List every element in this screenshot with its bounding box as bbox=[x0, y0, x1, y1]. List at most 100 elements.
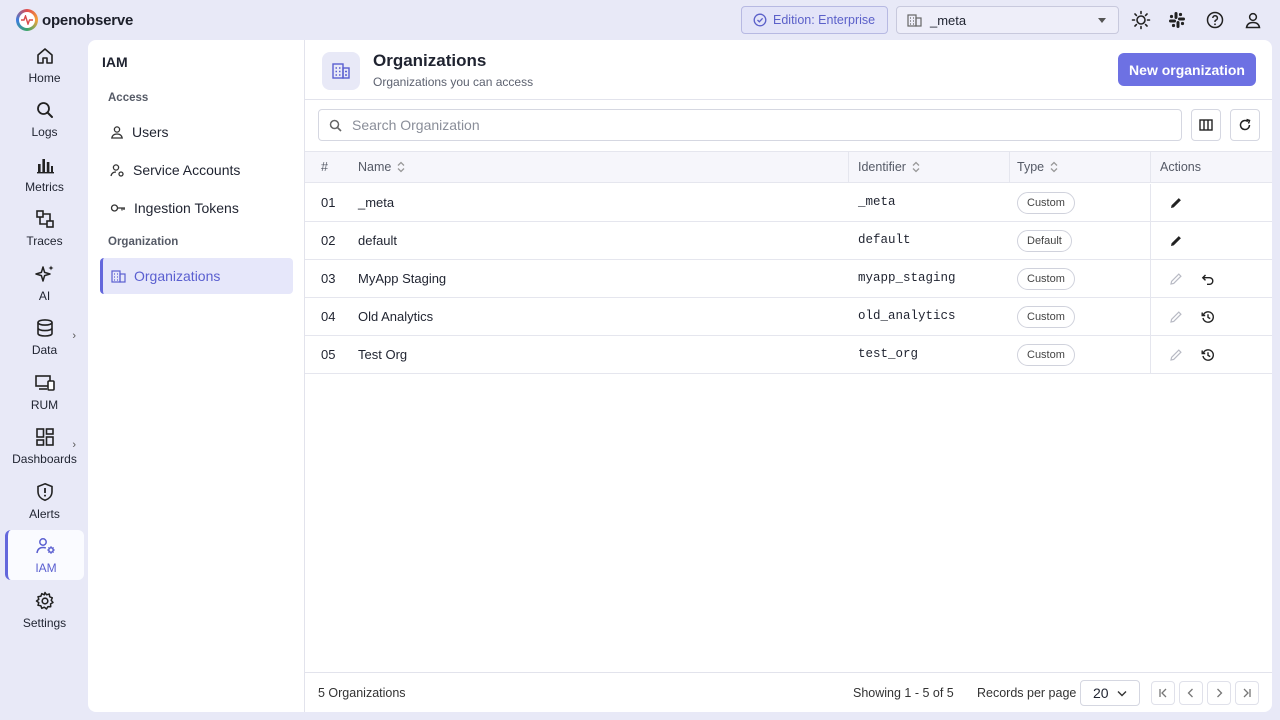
logo-icon bbox=[16, 9, 38, 31]
pencil-icon bbox=[1170, 273, 1182, 285]
col-type-header[interactable]: Type bbox=[1017, 160, 1058, 174]
help-icon[interactable] bbox=[1204, 9, 1226, 31]
nav-dashboards[interactable]: Dashboards › bbox=[5, 421, 84, 471]
nav-ai[interactable]: AI bbox=[5, 258, 84, 308]
records-per-page-select[interactable]: 20 bbox=[1080, 680, 1140, 706]
row-number: 01 bbox=[321, 195, 336, 210]
col-identifier-header[interactable]: Identifier bbox=[858, 160, 920, 174]
columns-icon bbox=[1199, 119, 1213, 131]
key-icon bbox=[110, 204, 125, 212]
theme-toggle-sun-icon[interactable] bbox=[1130, 9, 1152, 31]
first-page-button[interactable] bbox=[1151, 681, 1175, 705]
building-icon bbox=[111, 270, 126, 283]
sort-icon bbox=[912, 161, 920, 173]
table-row: 05 Test Org test_org Custom bbox=[305, 336, 1272, 374]
sort-icon bbox=[397, 161, 405, 173]
org-selector[interactable]: _meta bbox=[896, 6, 1119, 34]
pencil-icon bbox=[1170, 349, 1182, 361]
history-icon bbox=[1201, 349, 1214, 361]
app-name: openobserve bbox=[42, 11, 134, 29]
col-name-header[interactable]: Name bbox=[358, 160, 405, 174]
iam-item-service-accounts[interactable]: Service Accounts bbox=[100, 152, 293, 188]
gear-icon bbox=[35, 591, 54, 610]
row-identifier: default bbox=[858, 233, 911, 247]
left-nav: Home Logs Metrics Traces AI Data › RUM D… bbox=[0, 40, 88, 720]
edit-button[interactable] bbox=[1168, 195, 1184, 211]
nav-rum[interactable]: RUM bbox=[5, 367, 84, 417]
last-page-icon bbox=[1243, 688, 1251, 698]
records-per-page-value: 20 bbox=[1093, 685, 1109, 701]
nav-label: Metrics bbox=[25, 179, 64, 194]
history-button[interactable] bbox=[1200, 347, 1216, 363]
user-icon bbox=[111, 126, 123, 139]
page-title: Organizations bbox=[373, 51, 487, 70]
iam-item-organizations[interactable]: Organizations bbox=[100, 258, 293, 294]
row-identifier: old_analytics bbox=[858, 309, 956, 323]
next-page-button[interactable] bbox=[1207, 681, 1231, 705]
nav-alerts[interactable]: Alerts bbox=[5, 476, 84, 526]
edit-button-disabled bbox=[1168, 271, 1184, 287]
iam-item-label: Organizations bbox=[134, 268, 221, 284]
nav-data[interactable]: Data › bbox=[5, 312, 84, 362]
iam-title: IAM bbox=[102, 54, 128, 70]
search-box bbox=[318, 109, 1182, 141]
search-input[interactable] bbox=[352, 117, 1152, 133]
nav-settings[interactable]: Settings bbox=[5, 585, 84, 635]
iam-item-ingestion-tokens[interactable]: Ingestion Tokens bbox=[100, 190, 293, 226]
iam-panel: IAM Access Users Service Accounts Ingest… bbox=[88, 40, 305, 712]
chevron-right-icon: › bbox=[72, 330, 76, 342]
chevron-left-icon bbox=[1187, 688, 1193, 698]
bar-chart-icon bbox=[36, 158, 54, 173]
pencil-icon bbox=[1171, 236, 1181, 246]
edit-button-disabled bbox=[1168, 309, 1184, 325]
user-profile-icon[interactable] bbox=[1242, 9, 1264, 31]
search-icon bbox=[36, 101, 53, 118]
nav-home[interactable]: Home bbox=[5, 40, 84, 90]
page-header: Organizations Organizations you can acce… bbox=[305, 40, 1272, 100]
refresh-button[interactable] bbox=[1230, 109, 1260, 141]
service-account-icon bbox=[110, 164, 124, 177]
restore-button[interactable] bbox=[1200, 271, 1216, 287]
pencil-icon bbox=[1170, 311, 1182, 323]
undo-icon bbox=[1201, 274, 1214, 285]
nav-label: Alerts bbox=[29, 506, 60, 521]
edition-badge[interactable]: Edition: Enterprise bbox=[741, 6, 888, 34]
nav-label: Dashboards bbox=[12, 451, 77, 466]
app-logo[interactable]: openobserve bbox=[16, 9, 133, 31]
column-toggle-button[interactable] bbox=[1191, 109, 1221, 141]
col-type-label: Type bbox=[1017, 160, 1045, 174]
iam-icon bbox=[36, 537, 55, 554]
col-name-label: Name bbox=[358, 160, 392, 174]
row-name: _meta bbox=[358, 195, 395, 210]
nav-iam[interactable]: IAM bbox=[5, 530, 84, 580]
row-identifier: myapp_staging bbox=[858, 271, 956, 285]
record-count: 5 Organizations bbox=[318, 686, 406, 700]
table-footer: 5 Organizations Showing 1 - 5 of 5 Recor… bbox=[305, 672, 1272, 712]
row-identifier: _meta bbox=[858, 195, 896, 209]
verified-icon bbox=[753, 13, 767, 27]
row-name: Old Analytics bbox=[358, 309, 434, 324]
edit-button[interactable] bbox=[1168, 233, 1184, 249]
nav-traces[interactable]: Traces bbox=[5, 203, 84, 253]
history-button[interactable] bbox=[1200, 309, 1216, 325]
sort-icon bbox=[1050, 161, 1058, 173]
table-header: # Name Identifier Type Actions bbox=[305, 151, 1272, 183]
new-organization-button[interactable]: New organization bbox=[1118, 53, 1256, 86]
row-number: 04 bbox=[321, 309, 336, 324]
nav-label: IAM bbox=[35, 560, 57, 575]
iam-group-access: Access bbox=[108, 92, 149, 104]
org-selector-value: _meta bbox=[930, 12, 967, 28]
nav-label: Data bbox=[31, 342, 58, 357]
type-badge: Custom bbox=[1017, 192, 1075, 214]
nav-label: AI bbox=[38, 288, 51, 303]
prev-page-button[interactable] bbox=[1179, 681, 1203, 705]
nav-logs[interactable]: Logs bbox=[5, 94, 84, 144]
slack-icon[interactable] bbox=[1166, 9, 1188, 31]
last-page-button[interactable] bbox=[1235, 681, 1259, 705]
nav-metrics[interactable]: Metrics bbox=[5, 149, 84, 199]
iam-item-users[interactable]: Users bbox=[100, 114, 293, 150]
search-icon bbox=[329, 119, 342, 132]
caret-down-icon bbox=[1098, 18, 1106, 23]
chevron-right-icon bbox=[1217, 688, 1223, 698]
building-icon bbox=[907, 14, 922, 27]
